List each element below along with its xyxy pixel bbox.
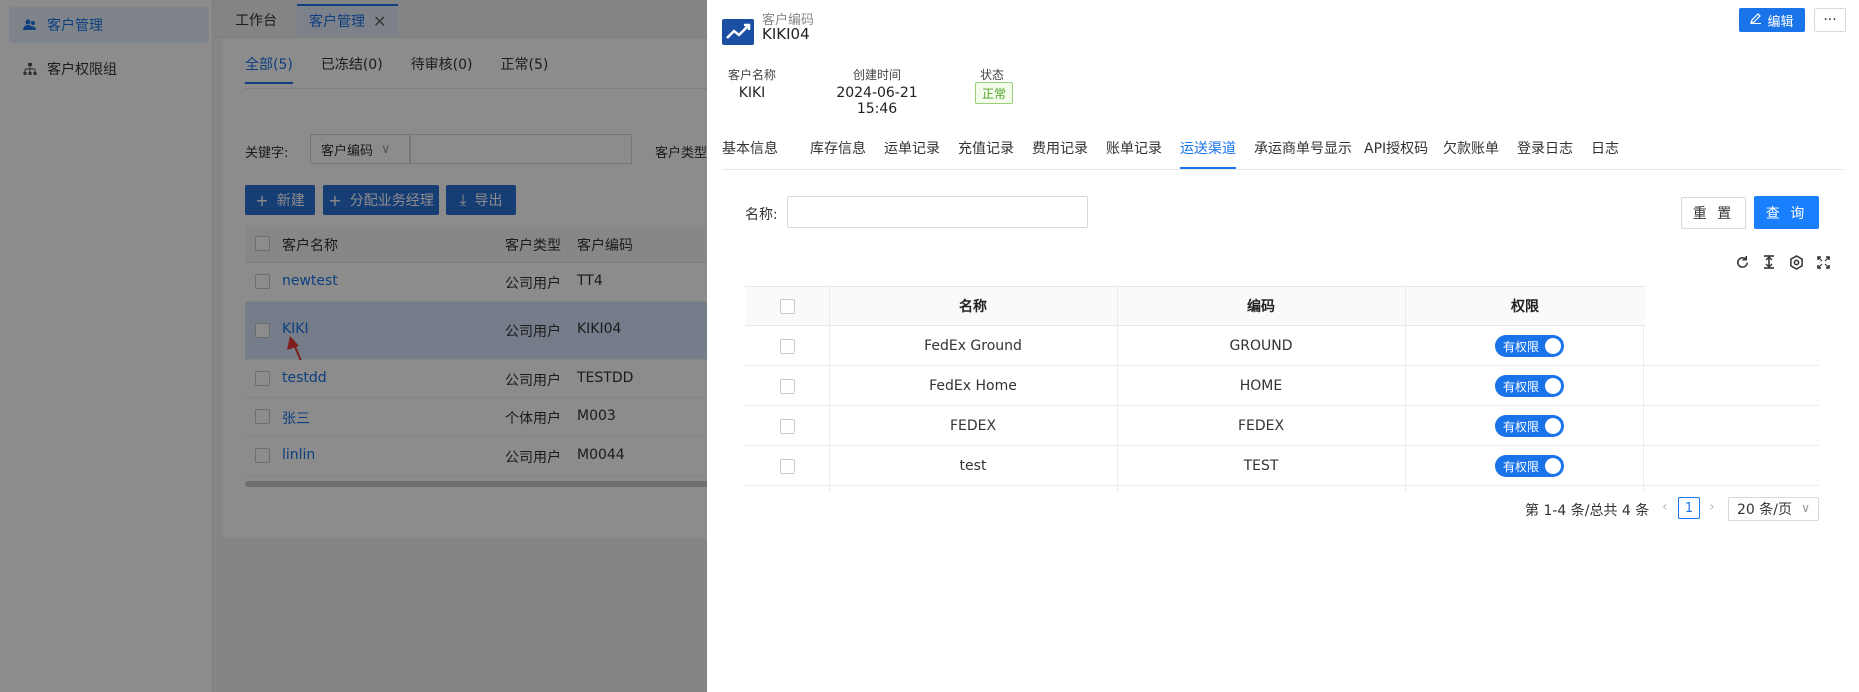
toggle-knob <box>1545 458 1561 474</box>
channel-code: GROUND <box>1229 338 1293 354</box>
permission-toggle[interactable]: 有权限 <box>1495 415 1564 437</box>
channel-name: FedEx Home <box>929 378 1017 394</box>
toggle-knob <box>1545 378 1561 394</box>
row-checkbox[interactable] <box>779 338 795 354</box>
table-row[interactable]: FEDEX FEDEX 有权限 <box>745 406 1819 446</box>
channel-name: FedEx Ground <box>924 338 1022 354</box>
tab-waybill-records[interactable]: 运单记录 <box>884 138 940 158</box>
channel-code: FEDEX <box>1237 418 1285 434</box>
edit-button-label: 编辑 <box>1767 14 1794 30</box>
channel-name: FEDEX <box>949 418 997 434</box>
tab-carrier-tracking[interactable]: 承运商单号显示 <box>1254 138 1352 158</box>
column-height-icon[interactable] <box>1759 252 1779 272</box>
status-badge: 正常 <box>975 82 1014 104</box>
channel-name: test <box>959 458 987 474</box>
column-header: 权限 <box>1405 286 1645 326</box>
meta-name-key: 客户名称 <box>727 68 776 82</box>
tab-bill-records[interactable]: 账单记录 <box>1106 138 1162 158</box>
pencil-icon <box>1750 12 1762 28</box>
toggle-label: 有权限 <box>1503 339 1540 354</box>
table-row[interactable]: test TEST 有权限 <box>745 446 1819 486</box>
tab-shipping-channels[interactable]: 运送渠道 <box>1180 138 1236 158</box>
select-all-checkbox[interactable] <box>779 298 795 314</box>
more-button[interactable]: ··· <box>1814 8 1846 32</box>
fullscreen-icon[interactable] <box>1813 252 1833 272</box>
meta-name-value: KIKI <box>738 85 766 101</box>
gear-icon[interactable] <box>1786 252 1806 272</box>
row-checkbox[interactable] <box>779 418 795 434</box>
prev-page-icon[interactable]: ‹ <box>1662 499 1668 515</box>
channel-code: HOME <box>1239 378 1283 394</box>
tab-login-log[interactable]: 登录日志 <box>1517 138 1573 158</box>
table-row[interactable]: FedEx Home HOME 有权限 <box>745 366 1819 406</box>
tab-basic-info[interactable]: 基本信息 <box>722 138 778 158</box>
toggle-knob <box>1545 338 1561 354</box>
tab-inventory[interactable]: 库存信息 <box>810 138 866 158</box>
tab-arrears-bill[interactable]: 欠款账单 <box>1443 138 1499 158</box>
query-button[interactable]: 查 询 <box>1754 196 1819 229</box>
meta-status-key: 状态 <box>979 68 1004 82</box>
toggle-label: 有权限 <box>1503 379 1540 394</box>
page-size-select[interactable]: 20 条/页 ∨ <box>1728 497 1819 521</box>
detail-tabs: 基本信息 库存信息 运单记录 充值记录 费用记录 账单记录 运送渠道 承运商单号… <box>722 130 1844 170</box>
toggle-label: 有权限 <box>1503 419 1540 434</box>
chevron-down-icon: ∨ <box>1801 501 1810 515</box>
pagination-summary: 第 1-4 条/总共 4 条 <box>1525 503 1650 519</box>
toggle-label: 有权限 <box>1503 459 1540 474</box>
table-row[interactable]: FedEx Ground GROUND 有权限 <box>745 326 1819 366</box>
row-checkbox[interactable] <box>779 378 795 394</box>
column-header: 名称 <box>829 286 1117 326</box>
tab-recharge-records[interactable]: 充值记录 <box>958 138 1014 158</box>
customer-detail-drawer: 客户编码 KIKI04 编辑 ··· 客户名称 KIKI 创建时间 2024-0… <box>707 0 1859 692</box>
meta-created-value: 2024-06-21 15:46 <box>836 85 918 117</box>
name-filter-label: 名称: <box>745 207 778 223</box>
drawer-title: KIKI04 <box>762 25 810 43</box>
refresh-icon[interactable] <box>1732 252 1752 272</box>
edit-button[interactable]: 编辑 <box>1739 8 1805 32</box>
name-filter-input[interactable] <box>787 196 1088 228</box>
tab-api-auth-code[interactable]: API授权码 <box>1364 138 1428 158</box>
active-tab-indicator <box>1180 167 1236 169</box>
chart-logo-icon <box>722 19 754 45</box>
tab-log[interactable]: 日志 <box>1591 138 1619 158</box>
meta-created-key: 创建时间 <box>852 68 901 82</box>
next-page-icon[interactable]: › <box>1709 499 1715 515</box>
toggle-knob <box>1545 418 1561 434</box>
row-checkbox[interactable] <box>779 458 795 474</box>
page-number-button[interactable]: 1 <box>1678 497 1700 519</box>
reset-button[interactable]: 重 置 <box>1681 197 1746 229</box>
page-size-value: 20 条/页 <box>1737 502 1792 518</box>
permission-toggle[interactable]: 有权限 <box>1495 455 1564 477</box>
permission-toggle[interactable]: 有权限 <box>1495 375 1564 397</box>
column-header: 编码 <box>1117 286 1405 326</box>
table-header-cell <box>745 286 829 326</box>
tab-fee-records[interactable]: 费用记录 <box>1032 138 1088 158</box>
channel-code: TEST <box>1243 458 1279 474</box>
permission-toggle[interactable]: 有权限 <box>1495 335 1564 357</box>
